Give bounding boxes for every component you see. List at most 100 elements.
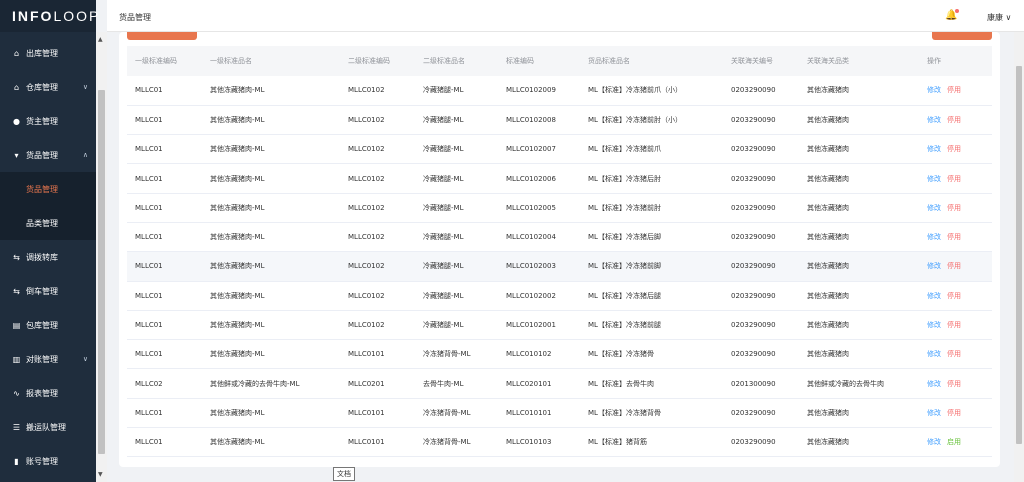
table-row: MLLC01 其他冻藏猪肉-ML MLLC0101 冷冻猪背骨-ML MLLC01010… <box>127 340 992 369</box>
table-cell: MLLC0102005 <box>506 203 556 212</box>
sidebar-item-label: 仓库管理 <box>26 82 58 92</box>
disable-link[interactable]: 停用 <box>947 233 961 241</box>
sidebar-item[interactable]: ∿ 报表管理 <box>0 376 96 410</box>
sidebar-item[interactable]: ⌂ 出库管理 <box>0 36 96 70</box>
table-cell: 0203290090 <box>731 145 776 154</box>
table-cell: MLLC01 <box>135 438 163 447</box>
edit-link[interactable]: 修改 <box>927 380 941 388</box>
edit-link[interactable]: 修改 <box>927 292 941 300</box>
scrollbar-thumb[interactable] <box>98 90 105 454</box>
table-cell: MLLC0102 <box>348 291 385 300</box>
actions-cell: 修改 停用 <box>919 310 992 339</box>
edit-link[interactable]: 修改 <box>927 321 941 329</box>
app-logo[interactable]: INFO LOOP <box>0 0 98 32</box>
disable-link[interactable]: 停用 <box>947 321 961 329</box>
submenu-item[interactable]: 品类管理 <box>0 206 96 240</box>
scroll-up-icon[interactable]: ▲ <box>98 36 103 43</box>
edit-link[interactable]: 修改 <box>927 438 941 446</box>
sidebar-item[interactable]: ⌂ 仓库管理 ∨ <box>0 70 96 104</box>
table-cell: 0203290090 <box>731 174 776 183</box>
edit-link[interactable]: 修改 <box>927 204 941 212</box>
disable-link[interactable]: 停用 <box>947 204 961 212</box>
edit-link[interactable]: 修改 <box>927 86 941 94</box>
user-name: 康康 <box>987 13 1003 22</box>
table-cell: ML【标准】冷冻猪骨 <box>588 350 654 359</box>
submenu-item[interactable]: 货品管理 <box>0 172 96 206</box>
column-header: 一级标准品名 <box>210 57 252 65</box>
export-button[interactable] <box>932 32 992 40</box>
table-cell: 其他鲜或冷藏的去骨牛肉 <box>807 379 884 388</box>
disable-link[interactable]: 停用 <box>947 175 961 183</box>
table-cell: 其他冻藏猪肉-ML <box>210 350 265 359</box>
sidebar-item[interactable]: ▮ 账号管理 <box>0 444 96 478</box>
table-row: MLLC01 其他冻藏猪肉-ML MLLC0102 冷藏猪腿-ML MLLC010200… <box>127 164 992 194</box>
sidebar-item-label: 倒车管理 <box>26 286 58 296</box>
sidebar-item[interactable]: ☰ 搬运队管理 <box>0 410 96 444</box>
sidebar-item[interactable]: ▾ 货品管理 ∧ <box>0 138 96 172</box>
sidebar-item[interactable]: ⇆ 调拨转库 <box>0 240 96 274</box>
disable-link[interactable]: 停用 <box>947 380 961 388</box>
table-cell: 其他冻藏猪肉-ML <box>210 438 265 447</box>
bell-icon[interactable]: 🔔 <box>945 9 960 21</box>
column-header: 一级标准编码 <box>135 57 177 65</box>
table-cell: 其他冻藏猪肉 <box>807 262 849 271</box>
table-header-row: 一级标准编码 一级标准品名 二级标准编码 二级标准品名 标准编码 货品标准品名 关联海关编号… <box>127 46 992 76</box>
table-cell: MLLC01 <box>135 174 163 183</box>
sidebar-item[interactable]: ⇆ 倒车管理 <box>0 274 96 308</box>
disable-link[interactable]: 停用 <box>947 350 961 358</box>
edit-link[interactable]: 修改 <box>927 116 941 124</box>
table-cell: 0203290090 <box>731 350 776 359</box>
table-cell: MLLC0102 <box>348 86 385 95</box>
table-row: MLLC01 其他冻藏猪肉-ML MLLC0102 冷藏猪腿-ML MLLC010200… <box>127 76 992 106</box>
page-scrollbar[interactable] <box>1014 32 1024 482</box>
sidebar-item[interactable]: ● 货主管理 <box>0 104 96 138</box>
user-menu[interactable]: 康康 ∨ <box>987 12 1011 23</box>
scrollbar-thumb[interactable] <box>1016 66 1022 444</box>
table-cell: MLLC010101 <box>506 408 552 417</box>
edit-link[interactable]: 修改 <box>927 350 941 358</box>
edit-link[interactable]: 修改 <box>927 145 941 153</box>
table-row: MLLC01 其他冻藏猪肉-ML MLLC0102 冷藏猪腿-ML MLLC010200… <box>127 193 992 223</box>
table-cell: 0203290090 <box>731 86 776 95</box>
scroll-down-icon[interactable]: ▼ <box>98 471 103 478</box>
home-icon: ⌂ <box>13 82 20 92</box>
table-cell: 其他冻藏猪肉-ML <box>210 291 265 300</box>
table-cell: MLLC0102007 <box>506 145 556 154</box>
table-cell: 其他冻藏猪肉 <box>807 86 849 95</box>
edit-link[interactable]: 修改 <box>927 175 941 183</box>
column-header: 操作 <box>927 57 941 65</box>
actions-cell: 修改 停用 <box>919 105 992 134</box>
table-cell: MLLC01 <box>135 145 163 154</box>
sidebar-item-label: 包库管理 <box>26 320 58 330</box>
disable-link[interactable]: 停用 <box>947 145 961 153</box>
enable-link[interactable]: 启用 <box>947 438 961 446</box>
table-body: MLLC01 其他冻藏猪肉-ML MLLC0102 冷藏猪腿-ML MLLC010200… <box>127 76 992 457</box>
column-header: 标准编码 <box>506 57 534 65</box>
disable-link[interactable]: 停用 <box>947 86 961 94</box>
edit-link[interactable]: 修改 <box>927 262 941 270</box>
disable-link[interactable]: 停用 <box>947 116 961 124</box>
sidebar-item-label: 报表管理 <box>26 388 58 398</box>
table-cell: 其他冻藏猪肉 <box>807 408 849 417</box>
table-cell: MLLC0102 <box>348 174 385 183</box>
sidebar-scrollbar[interactable]: ▲ ▼ <box>96 32 107 482</box>
edit-link[interactable]: 修改 <box>927 409 941 417</box>
sidebar-item[interactable]: ▥ 对账管理 ∨ <box>0 342 96 376</box>
table-cell: 其他冻藏猪肉-ML <box>210 262 265 271</box>
table-cell: MLLC010103 <box>506 438 552 447</box>
table-cell: 其他鲜或冷藏的去骨牛肉-ML <box>210 379 300 388</box>
table-cell: MLLC0102004 <box>506 233 556 242</box>
table-cell: 其他冻藏猪肉-ML <box>210 145 265 154</box>
table-cell: 冷藏猪腿-ML <box>423 115 464 124</box>
table-cell: MLLC01 <box>135 203 163 212</box>
column-header: 二级标准品名 <box>423 57 465 65</box>
add-button[interactable] <box>127 32 197 40</box>
table-cell: MLLC0102009 <box>506 86 556 95</box>
disable-link[interactable]: 停用 <box>947 262 961 270</box>
sidebar-item[interactable]: ▤ 包库管理 <box>0 308 96 342</box>
table-cell: 去骨牛肉-ML <box>423 379 464 388</box>
edit-link[interactable]: 修改 <box>927 233 941 241</box>
disable-link[interactable]: 停用 <box>947 409 961 417</box>
disable-link[interactable]: 停用 <box>947 292 961 300</box>
table-cell: 0203290090 <box>731 438 776 447</box>
